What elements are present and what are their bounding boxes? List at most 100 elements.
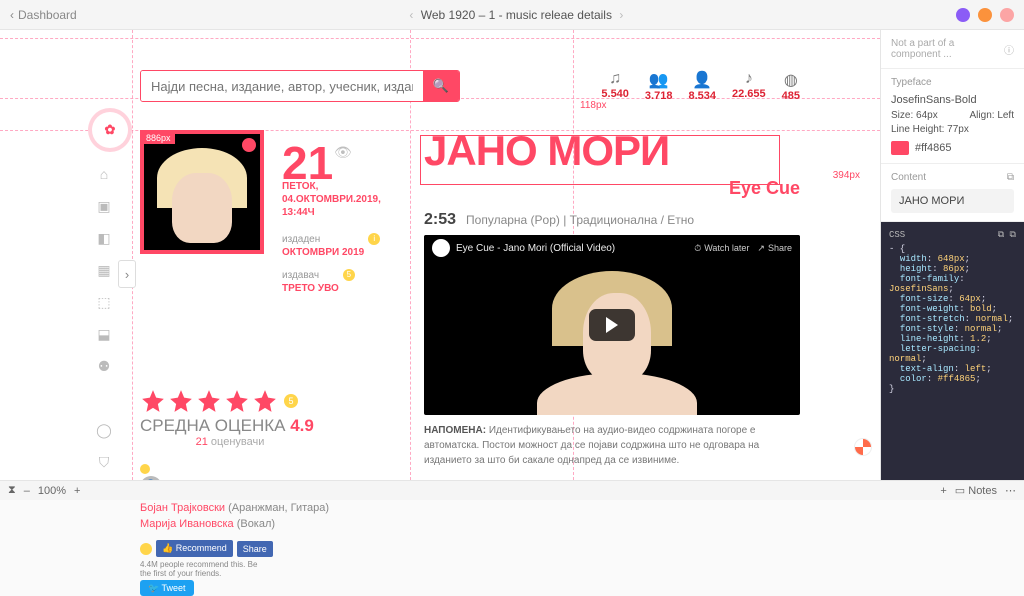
grape-icon[interactable]: [956, 8, 970, 22]
channel-avatar[interactable]: [432, 239, 450, 257]
typeface-value: JosefinSans-Bold: [891, 94, 1014, 106]
zoom-value: 100%: [38, 485, 66, 497]
measurement-118: 118px: [580, 100, 607, 111]
font-size-value: 64px: [916, 110, 938, 121]
app-logo[interactable]: ✿: [92, 112, 128, 148]
timer-icon[interactable]: ⧗: [8, 484, 16, 497]
issued-label: издаден: [282, 234, 320, 245]
typeface-heading: Typeface: [891, 77, 932, 88]
ticket-icon[interactable]: ⬚: [95, 293, 113, 311]
participant-link[interactable]: Бојан Трајковски: [140, 502, 225, 514]
css-panel[interactable]: CSS⧉ ⧉ - { width: 648px; height: 86px; f…: [881, 222, 1024, 480]
user-icon[interactable]: ◯: [95, 421, 113, 439]
component-hint: Not a part of a component ...: [891, 38, 1004, 60]
release-datetime: ПЕТОК, 04.ОКТОМВРИ.2019, 13:44Ч: [282, 180, 400, 219]
inspector-panel: Not a part of a component ... ⓘ Typeface…: [880, 30, 1024, 480]
disclaimer-note: НАПОМЕНА: Идентификувањето на аудио-виде…: [424, 423, 800, 468]
fb-share-button[interactable]: Share: [237, 541, 273, 557]
stat-groups[interactable]: 👥3.718: [645, 70, 673, 102]
more-icon[interactable]: ⋯: [1005, 484, 1016, 497]
album-cover[interactable]: 886px: [140, 130, 264, 254]
camera-icon[interactable]: ▣: [95, 197, 113, 215]
release-title[interactable]: ЈАНО МОРИ: [424, 130, 800, 172]
track-duration: 2:53: [424, 211, 456, 229]
notes-button[interactable]: ▭ Notes: [955, 484, 997, 497]
chevron-left-icon: ‹: [405, 8, 417, 22]
color-value: #ff4865: [915, 142, 952, 154]
align-value: Left: [997, 110, 1014, 121]
watch-later-button[interactable]: ⏱ Watch later: [694, 243, 749, 254]
search-input[interactable]: [141, 71, 423, 101]
color-swatch[interactable]: [891, 141, 909, 155]
search-bar: 🔍: [140, 70, 460, 102]
stat-songs[interactable]: ♫5.540: [601, 70, 629, 102]
copy-icon[interactable]: ⧉: [1007, 172, 1014, 183]
raters-label: оценувачи: [211, 436, 264, 448]
measurement-394: 394px: [833, 170, 860, 181]
group-icon: 👥: [645, 70, 673, 90]
participant-role: (Аранжман, Гитара): [228, 502, 329, 514]
page-title: Web 1920 – 1 - music releae details: [421, 8, 612, 22]
avg-rating-label: СРЕДНА ОЦЕНКА: [140, 416, 285, 435]
globe-icon: ◍: [782, 70, 800, 90]
people-icon: 👤: [688, 70, 716, 90]
css-heading: CSS: [889, 230, 905, 240]
content-value[interactable]: ЈАНО МОРИ: [891, 189, 1014, 213]
publisher-label: издавач: [282, 270, 319, 281]
cover-badge-icon: [242, 138, 256, 152]
genres: Популарна (Pop) | Традиционална / Етно: [466, 213, 694, 227]
back-to-dashboard[interactable]: ‹ Dashboard: [10, 8, 77, 22]
zoom-out[interactable]: –: [24, 485, 30, 497]
info-badge-icon[interactable]: 5: [343, 269, 355, 281]
artist-name[interactable]: Eye Cue: [424, 178, 800, 199]
participant-link[interactable]: Марија Ивановска: [140, 518, 234, 530]
home-icon[interactable]: ⌂: [95, 165, 113, 183]
fb-recommend-button[interactable]: 👍 Recommend: [156, 540, 233, 557]
stat-instruments[interactable]: ♪22.655: [732, 70, 766, 102]
site-stats: ♫5.540 👥3.718 👤8.534 ♪22.655 ◍485: [601, 70, 800, 102]
breadcrumb[interactable]: ‹ Web 1920 – 1 - music releae details ›: [77, 8, 956, 22]
measurement-886: 886px: [142, 132, 175, 144]
chevron-right-icon: ›: [615, 8, 627, 22]
expand-sidebar[interactable]: ›: [118, 260, 136, 288]
bag-icon[interactable]: ⬓: [95, 325, 113, 343]
guitar-icon: ♪: [732, 70, 766, 88]
calendar-icon[interactable]: ▦: [95, 261, 113, 279]
play-button-icon[interactable]: [589, 309, 635, 341]
share-button[interactable]: ↗ Share: [757, 243, 792, 254]
rating-badge-icon[interactable]: 5: [284, 394, 298, 408]
content-heading: Content: [891, 172, 926, 183]
users-icon[interactable]: ⚉: [95, 357, 113, 375]
avatar[interactable]: [1000, 8, 1014, 22]
add-button[interactable]: +: [940, 485, 946, 497]
publisher-value: ТРЕТО УВО: [282, 283, 339, 294]
video-title: Eye Cue - Jano Mori (Official Video): [456, 243, 615, 254]
fb-recommend-text: 4.4M people recommend this. Be the first…: [140, 561, 270, 579]
social-badge-icon: [140, 543, 152, 555]
layers-icon[interactable]: ◧: [95, 229, 113, 247]
issued-value: ОКТОМВРИ 2019: [282, 247, 364, 258]
raters-count: 21: [196, 436, 208, 448]
rank-number: 21: [282, 130, 333, 182]
line-height-value: 77px: [947, 124, 969, 135]
bell-icon[interactable]: [978, 8, 992, 22]
stat-global[interactable]: ◍485: [782, 70, 800, 102]
info-icon[interactable]: ⓘ: [1004, 42, 1014, 57]
zoom-in[interactable]: +: [74, 485, 80, 497]
stat-people[interactable]: 👤8.534: [688, 70, 716, 102]
participant-role: (Вокал): [237, 518, 275, 530]
back-label: Dashboard: [18, 8, 77, 22]
music-icon: ♫: [601, 70, 629, 88]
search-button[interactable]: 🔍: [423, 71, 459, 101]
eye-icon: 👁: [334, 144, 352, 161]
video-player[interactable]: Eye Cue - Jano Mori (Official Video) ⏱ W…: [424, 235, 800, 415]
tweet-button[interactable]: 🐦 Tweet: [140, 580, 194, 596]
rating-stars[interactable]: 5: [140, 388, 400, 414]
help-lifebuoy-icon[interactable]: [854, 438, 872, 456]
copy-icon[interactable]: ⧉ ⧉: [998, 230, 1016, 240]
info-badge-icon[interactable]: i: [368, 233, 380, 245]
avg-rating-value: 4.9: [290, 416, 314, 435]
chevron-left-icon: ‹: [10, 8, 14, 22]
participants-badge-icon: [140, 464, 150, 474]
shield-icon[interactable]: ⛉: [95, 453, 113, 471]
